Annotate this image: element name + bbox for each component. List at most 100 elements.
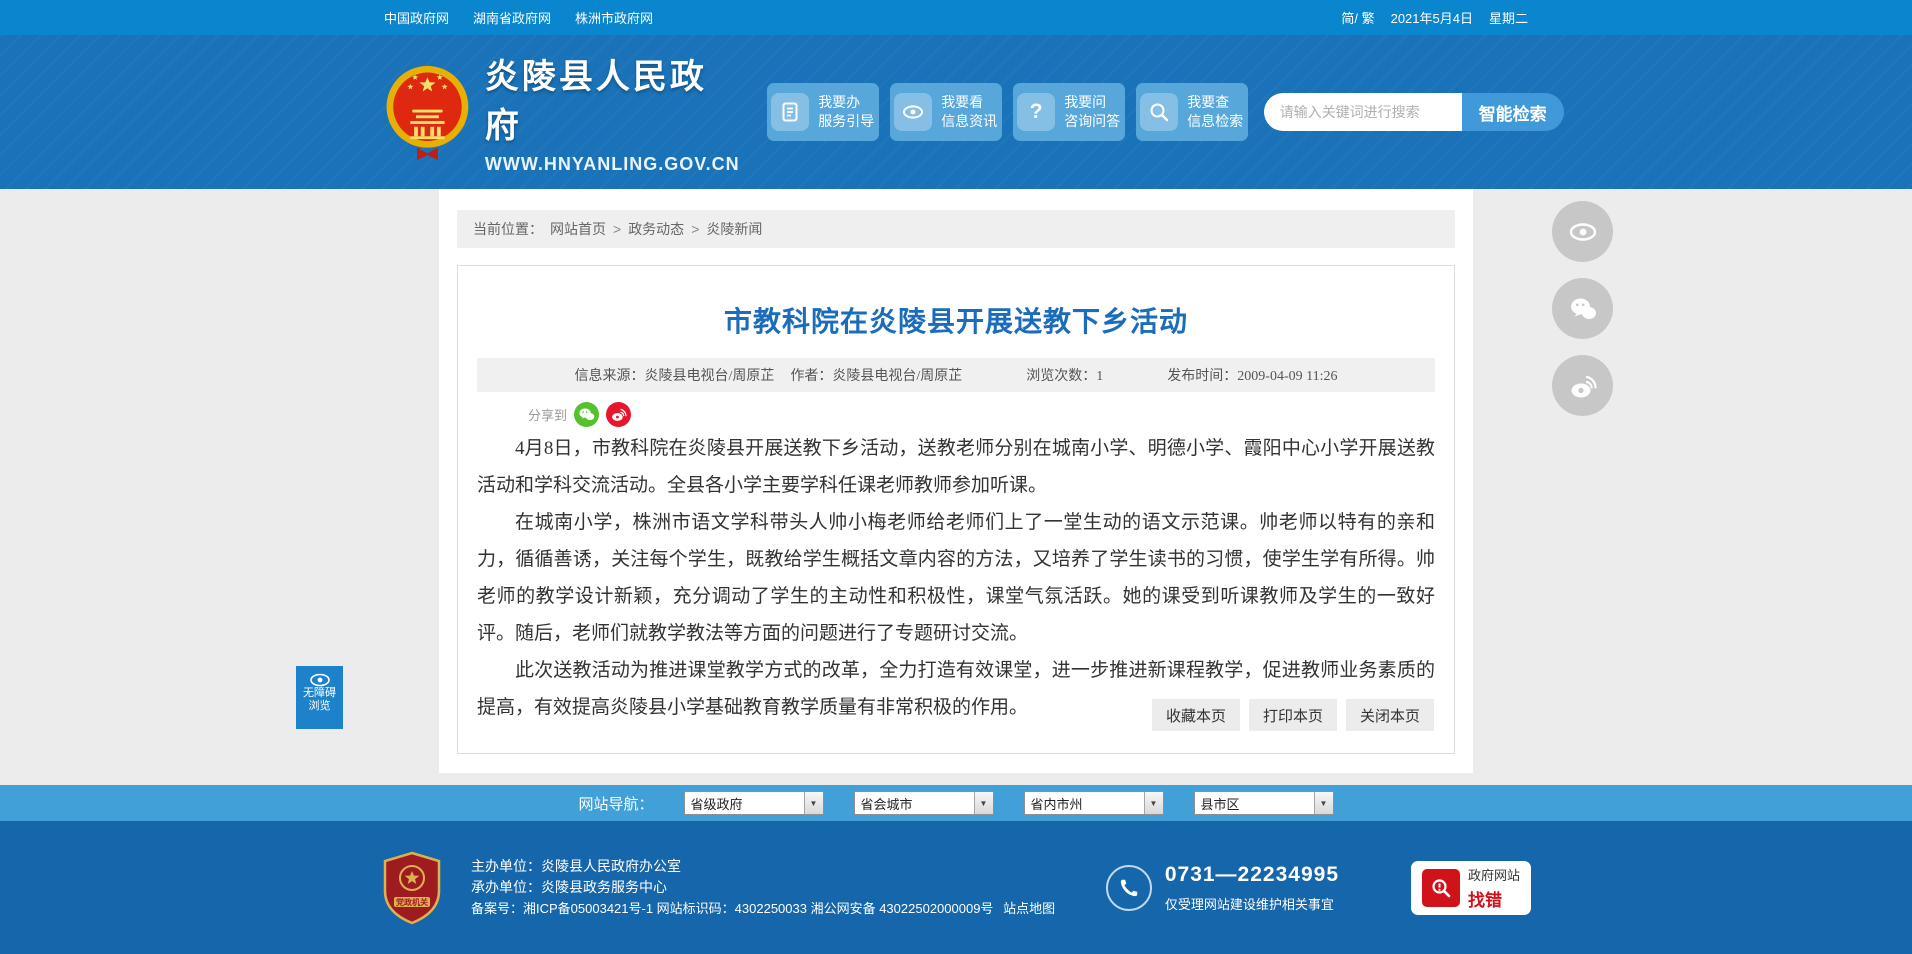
meta-time-label: 发布时间：: [1167, 369, 1238, 384]
weibo-icon[interactable]: [606, 401, 632, 427]
contact-phone-number: 0731—22234995: [1164, 862, 1339, 886]
quick-button-sublabel: 信息资讯: [941, 113, 998, 129]
article: 市教科院在炎陵县开展送教下乡活动 信息来源：炎陵县电视台/周原芷 作者：炎陵县电…: [457, 265, 1455, 754]
site-name: 炎陵县人民政府: [484, 58, 707, 145]
current-weekday: 星期二: [1488, 11, 1528, 26]
search-input[interactable]: [1263, 93, 1462, 131]
organizer-label: 主办单位：: [471, 858, 541, 874]
badge-line1: 政府网站: [1467, 867, 1520, 883]
select-counties[interactable]: 县市区 ▼: [1193, 791, 1334, 815]
meta-source: 炎陵县电视台/周原芷: [644, 369, 775, 384]
floating-share-menu: [1552, 201, 1613, 416]
share-label: 分享到: [528, 407, 568, 423]
quick-button-label: 我要问: [1064, 94, 1107, 110]
eye-icon[interactable]: [1552, 201, 1613, 262]
footer-contact: 0731—22234995 仅受理网站建设维护相关事宜: [1105, 862, 1339, 913]
footer-undertaker-line: 承办单位：炎陵县政务服务中心: [471, 877, 1055, 898]
meta-time: 2009-04-09 11:26: [1237, 369, 1338, 384]
select-province-cities[interactable]: 省内市州 ▼: [1023, 791, 1164, 815]
print-page-button[interactable]: 打印本页: [1249, 699, 1337, 731]
svg-text:党政机关: 党政机关: [396, 897, 428, 907]
chevron-down-icon: ▼: [973, 792, 993, 814]
site-nav-strip: 网站导航： 省级政府 ▼ 省会城市 ▼ 省内市州 ▼ 县市区 ▼: [0, 785, 1912, 821]
gov-site-error-report-badge[interactable]: 政府网站 找错: [1411, 860, 1531, 915]
breadcrumb-home[interactable]: 网站首页: [550, 219, 606, 239]
chevron-down-icon: ▼: [1143, 792, 1163, 814]
site-url: WWW.HNYANLING.GOV.CN: [484, 154, 740, 174]
site-logo[interactable]: 炎陵县人民政府 WWW.HNYANLING.GOV.CN: [384, 49, 741, 175]
topbar-link-hunan-gov[interactable]: 湖南省政府网: [473, 8, 551, 27]
close-page-button[interactable]: 关闭本页: [1346, 699, 1434, 731]
search-icon: [1140, 93, 1179, 131]
bookmark-page-button[interactable]: 收藏本页: [1152, 699, 1240, 731]
document-icon: [771, 93, 810, 131]
wechat-icon[interactable]: [1552, 278, 1613, 339]
phone-icon: [1105, 864, 1152, 911]
select-capital-cities[interactable]: 省会城市 ▼: [853, 791, 994, 815]
quick-button-search-info[interactable]: 我要查 信息检索: [1135, 83, 1248, 141]
select-value: 省会城市: [860, 796, 913, 812]
article-body: 4月8日，市教科院在炎陵县开展送教下乡活动，送教老师分别在城南小学、明德小学、霞…: [477, 430, 1435, 726]
sitemap-link[interactable]: 站点地图: [1003, 901, 1055, 916]
select-provincial-gov[interactable]: 省级政府 ▼: [683, 791, 824, 815]
quick-button-qna[interactable]: ? 我要问咨询问答: [1012, 83, 1125, 141]
site-footer: 党政机关 主办单位：炎陵县人民政府办公室 承办单位：炎陵县政务服务中心 备案号：…: [0, 821, 1912, 954]
eye-icon: [894, 93, 933, 131]
party-gov-shield-icon: 党政机关: [383, 851, 441, 924]
organizer-value: 炎陵县人民政府办公室: [541, 858, 681, 874]
meta-source-label: 信息来源：: [574, 369, 645, 384]
badge-line2: 找错: [1467, 890, 1502, 910]
weibo-icon[interactable]: [1552, 355, 1613, 416]
footer-organizer-line: 主办单位：炎陵县人民政府办公室: [471, 856, 1055, 877]
breadcrumb-gov-news[interactable]: 政务动态: [628, 219, 684, 239]
quick-service-buttons: 我要办服务引导 我要看信息资讯 ? 我要问咨询问答 我要查信息检索: [766, 83, 1248, 141]
article-actions: 收藏本页 打印本页 关闭本页: [1152, 699, 1434, 731]
quick-button-sublabel: 咨询问答: [1064, 113, 1121, 129]
article-title: 市教科院在炎陵县开展送教下乡活动: [723, 306, 1188, 337]
meta-views: 1: [1096, 369, 1104, 384]
meta-views-label: 浏览次数：: [1026, 369, 1097, 384]
top-bar: 中国政府网 湖南省政府网 株洲市政府网 简/ 繁 2021年5月4日 星期二: [0, 0, 1912, 35]
breadcrumb: 当前位置： 网站首页 > 政务动态 > 炎陵新闻: [457, 210, 1455, 248]
site-search: 智能检索: [1263, 93, 1564, 131]
quick-button-news[interactable]: 我要看 信息资讯: [889, 83, 1002, 141]
current-date: 2021年5月4日: [1390, 11, 1473, 26]
site-header: 炎陵县人民政府 WWW.HNYANLING.GOV.CN 我要办服务引导 我要看…: [0, 35, 1912, 189]
select-value: 省级政府: [690, 796, 743, 812]
breadcrumb-separator: >: [613, 221, 622, 237]
chevron-down-icon: ▼: [1313, 792, 1333, 814]
quick-button-label: 我要办: [818, 94, 861, 110]
wechat-icon[interactable]: [574, 401, 600, 427]
smart-search-button[interactable]: 智能检索: [1461, 93, 1564, 131]
article-paragraph: 在城南小学，株洲市语文学科带头人帅小梅老师给老师们上了一堂生动的语文示范课。帅老…: [477, 512, 1435, 644]
topbar-link-zhuzhou-gov[interactable]: 株洲市政府网: [575, 8, 653, 27]
nav-strip-label: 网站导航：: [578, 795, 654, 813]
contact-phone-note: 仅受理网站建设维护相关事宜: [1164, 896, 1334, 912]
icp-record: 备案号：湘ICP备05003421号-1 网站标识码：4302250033 湘公…: [471, 901, 994, 916]
breadcrumb-yanling-news[interactable]: 炎陵新闻: [706, 219, 762, 239]
national-emblem-icon: [386, 65, 469, 160]
share-bar: 分享到: [528, 400, 1454, 428]
breadcrumb-label: 当前位置：: [473, 221, 543, 237]
meta-author: 炎陵县电视台/周原芷: [832, 369, 963, 384]
quick-button-label: 我要查: [1187, 94, 1230, 110]
undertaker-label: 承办单位：: [471, 879, 541, 895]
lang-toggle[interactable]: 简/ 繁: [1341, 8, 1374, 27]
main-content: 当前位置： 网站首页 > 政务动态 > 炎陵新闻 市教科院在炎陵县开展送教下乡活…: [0, 189, 1912, 785]
select-value: 省内市州: [1030, 796, 1083, 812]
eye-icon: [309, 673, 330, 687]
quick-button-sublabel: 信息检索: [1187, 113, 1244, 129]
select-value: 县市区: [1200, 796, 1240, 812]
question-icon: ?: [1017, 93, 1056, 131]
article-meta: 信息来源：炎陵县电视台/周原芷 作者：炎陵县电视台/周原芷 浏览次数：1 发布时…: [477, 358, 1435, 392]
undertaker-value: 炎陵县政务服务中心: [541, 879, 667, 895]
quick-button-service-guide[interactable]: 我要办 服务引导: [766, 83, 879, 141]
breadcrumb-separator: >: [691, 221, 700, 237]
quick-button-label: 我要看: [941, 94, 984, 110]
footer-icp-line: 备案号：湘ICP备05003421号-1 网站标识码：4302250033 湘公…: [471, 898, 1055, 919]
topbar-link-china-gov[interactable]: 中国政府网: [384, 8, 449, 27]
article-paragraph: 4月8日，市教科院在炎陵县开展送教下乡活动，送教老师分别在城南小学、明德小学、霞…: [477, 438, 1435, 496]
meta-author-label: 作者：: [790, 369, 833, 384]
quick-button-sublabel: 服务引导: [818, 113, 875, 129]
accessibility-browse-button[interactable]: 无障碍 浏览: [296, 666, 343, 729]
